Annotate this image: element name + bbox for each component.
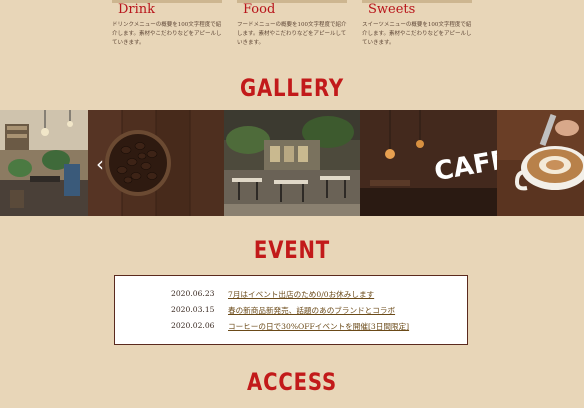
event-link[interactable]: 春の新商品新発売、話題のあのブランドとコラボ — [228, 305, 395, 316]
event-heading: EVENT — [253, 236, 331, 264]
menu-card-title: Sweets — [368, 2, 416, 17]
gallery-heading: GALLERY — [240, 74, 344, 102]
gallery-photo-cafe-interior-plants[interactable] — [0, 110, 88, 216]
event-date: 2020.02.06 — [171, 321, 215, 330]
event-item[interactable]: 2020.02.06 コーヒーの日で30%OFFイベントを開催[3日間限定] — [115, 321, 469, 335]
menu-card-sweets[interactable]: Sweets スイーツメニューの概要を100文字程度で紹介します。素材やこだわり… — [362, 0, 472, 48]
menu-card-drink[interactable]: Drink ドリンクメニューの概要を100文字程度で紹介します。素材やこだわりな… — [112, 0, 222, 48]
gallery-photo-latte-art-cup[interactable] — [497, 110, 584, 216]
menu-card-description: ドリンクメニューの概要を100文字程度で紹介します。素材やこだわりなどをアピール… — [112, 22, 222, 46]
event-link[interactable]: コーヒーの日で30%OFFイベントを開催[3日間限定] — [228, 321, 409, 332]
menu-card-title: Food — [243, 2, 276, 17]
gallery-photo-coffee-beans-bowl[interactable] — [88, 110, 224, 216]
menu-card-food[interactable]: Food フードメニューの概要を100文字程度で紹介します。素材やこだわりなどを… — [237, 0, 347, 48]
menu-card-description: スイーツメニューの概要を100文字程度で紹介します。素材やこだわりなどをアピール… — [362, 22, 472, 46]
event-list: 2020.06.23 7月はイベント出店のため0/0お休みします 2020.03… — [114, 275, 468, 345]
gallery-photo-cafe-neon-sign[interactable]: CAFE — [360, 110, 497, 216]
menu-card-title: Drink — [118, 2, 156, 17]
menu-card-description: フードメニューの概要を100文字程度で紹介します。素材やこだわりなどをアピールし… — [237, 22, 347, 46]
menu-section: Drink ドリンクメニューの概要を100文字程度で紹介します。素材やこだわりな… — [0, 0, 584, 60]
event-date: 2020.03.15 — [171, 305, 215, 314]
gallery-photo-cafe-interior-seating[interactable] — [224, 110, 360, 216]
gallery-carousel[interactable]: CAFE — [0, 110, 584, 216]
event-item[interactable]: 2020.03.15 春の新商品新発売、話題のあのブランドとコラボ — [115, 305, 469, 319]
gallery-prev-arrow[interactable]: ‹ — [96, 152, 104, 176]
event-link[interactable]: 7月はイベント出店のため0/0お休みします — [228, 289, 374, 300]
access-heading: ACCESS — [247, 368, 337, 396]
event-item[interactable]: 2020.06.23 7月はイベント出店のため0/0お休みします — [115, 289, 469, 303]
event-date: 2020.06.23 — [171, 289, 215, 298]
